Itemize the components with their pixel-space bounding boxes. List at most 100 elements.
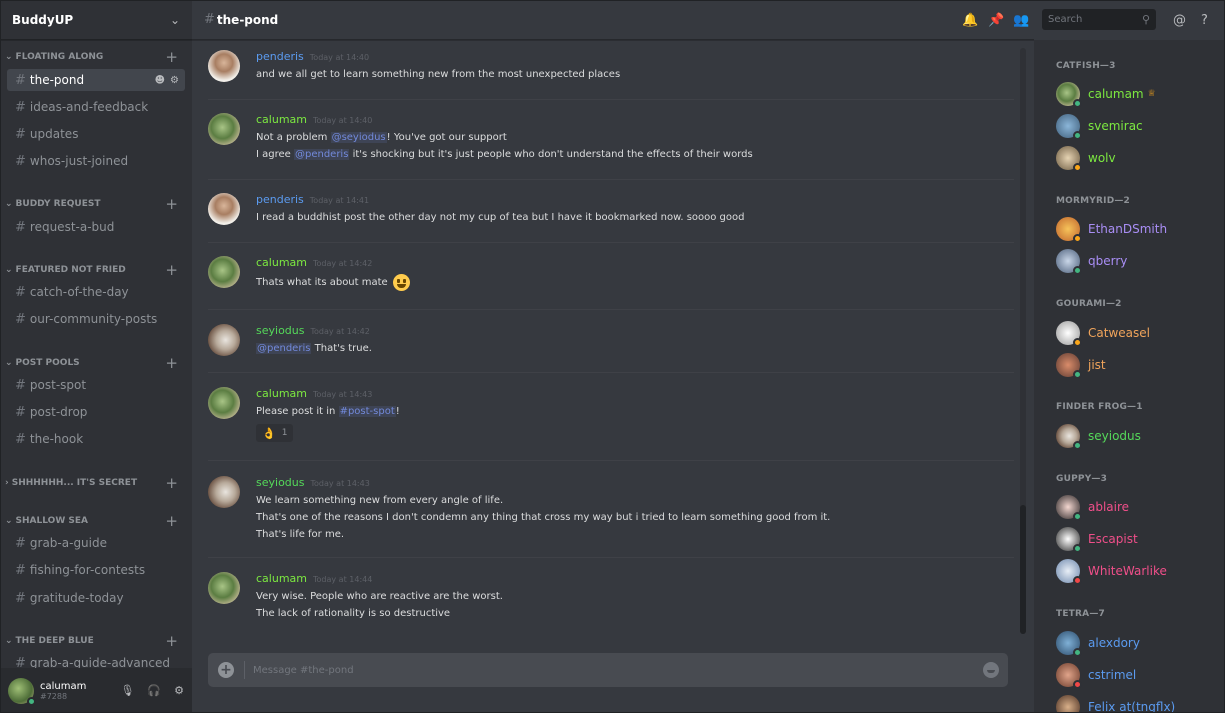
avatar [1056,631,1082,657]
hash-icon: # [15,562,26,578]
composer-divider [244,661,245,679]
chevron-right-icon: › [5,478,9,488]
category-label: BUDDY REQUEST [15,199,101,209]
category-buddy-request[interactable]: ⌄ BUDDY REQUEST + [0,195,192,213]
member-item[interactable]: svemirac [1056,112,1143,140]
message: seyiodus Today at 14:42 @penderis That's … [208,324,1014,357]
channel-the-hook[interactable]: # the-hook [7,428,185,450]
search-input[interactable] [1048,14,1142,25]
message-text: Thats what its about mate [256,272,1014,294]
add-channel-icon[interactable]: + [165,354,178,372]
channel-mention[interactable]: #post-spot [338,406,396,417]
avatar[interactable] [208,113,240,145]
channel-post-spot[interactable]: # post-spot [7,374,185,396]
search-box[interactable]: ⚲ [1042,9,1156,30]
scrollbar-thumb[interactable] [1020,505,1026,634]
avatar[interactable] [8,677,36,706]
mention-icon[interactable]: @ [1167,13,1192,28]
gear-icon[interactable]: ⚙ [174,684,184,697]
add-channel-icon[interactable]: + [165,632,178,650]
channel-request-a-bud[interactable]: # request-a-bud [7,216,185,238]
member-item[interactable]: cstrimel [1056,661,1136,689]
channel-updates[interactable]: # updates [7,123,185,145]
channel-grab-a-guide[interactable]: # grab-a-guide [7,532,185,554]
channel-post-drop[interactable]: # post-drop [7,401,185,423]
gear-icon[interactable]: ⚙ [170,75,179,86]
reaction-button[interactable]: 👌 1 [256,424,294,442]
emoji-picker-icon[interactable] [983,662,999,678]
message-author[interactable]: penderis [256,50,304,63]
server-header[interactable]: BuddyUP ⌄ [0,0,192,40]
help-icon[interactable]: ? [1192,13,1217,28]
add-channel-icon[interactable]: + [165,48,178,66]
add-channel-icon[interactable]: + [165,261,178,279]
member-name: Felix at(tngflx) [1088,700,1176,713]
member-item[interactable]: EthanDSmith [1056,215,1167,243]
microphone-icon[interactable]: 🎙 [120,684,134,697]
message-author[interactable]: calumam [256,387,307,400]
message-divider [208,557,1014,558]
category-shallow-sea[interactable]: ⌄ SHALLOW SEA + [0,512,192,530]
channel-fishing-for-contests[interactable]: # fishing-for-contests [7,559,185,581]
message-author[interactable]: seyiodus [256,476,304,489]
member-item[interactable]: ablaire [1056,493,1129,521]
invite-icon[interactable]: ☻ [155,75,165,86]
message-author[interactable]: calumam [256,572,307,585]
message-divider [208,460,1014,461]
chevron-down-icon[interactable]: ⌄ [170,13,180,27]
member-item[interactable]: WhiteWarlike [1056,557,1167,585]
pin-icon[interactable]: 📌 [984,13,1009,28]
avatar[interactable] [208,476,240,508]
member-item[interactable]: jist [1056,351,1106,379]
category-post-pools[interactable]: ⌄ POST POOLS + [0,354,192,372]
member-item[interactable]: calumam ♕ [1056,80,1156,108]
message-author[interactable]: penderis [256,193,304,206]
member-item[interactable]: alexdory [1056,629,1140,657]
chevron-icon: ⌄ [5,265,13,275]
channel-our-community-posts[interactable]: # our-community-posts [7,308,185,330]
member-item[interactable]: wolv [1056,144,1116,172]
member-name: jist [1088,358,1106,372]
bell-icon[interactable]: 🔔 [958,13,983,28]
avatar[interactable] [208,387,240,419]
channel-catch-of-the-day[interactable]: # catch-of-the-day [7,281,185,303]
text-segment: ! You've got our support [386,132,507,143]
member-name: ablaire [1088,500,1130,514]
headphones-icon[interactable]: 🎧 [147,684,161,697]
member-list-icon[interactable]: 👥 [1009,13,1034,28]
category-featured-not-fried[interactable]: ⌄ FEATURED NOT FRIED + [0,261,192,279]
message-author[interactable]: calumam [256,113,307,126]
member-item[interactable]: qberry [1056,247,1127,275]
message-author[interactable]: seyiodus [256,324,304,337]
add-channel-icon[interactable]: + [165,474,178,492]
channel-the-pond[interactable]: # the-pond ☻ ⚙ [7,69,185,91]
member-item[interactable]: Catweasel [1056,319,1150,347]
avatar[interactable] [208,256,240,288]
avatar[interactable] [208,193,240,225]
plus-icon: + [218,662,234,678]
member-item[interactable]: seyiodus [1056,422,1141,450]
upload-button[interactable]: + [212,662,240,678]
add-channel-icon[interactable]: + [165,512,178,530]
channel-grab-a-guide-advanced[interactable]: # grab-a-guide-advanced [7,652,185,669]
avatar[interactable] [208,324,240,356]
channel-gratitude-today[interactable]: # gratitude-today [7,587,185,609]
channel-whos-just-joined[interactable]: # whos-just-joined [7,150,185,172]
user-mention[interactable]: @seyiodus [330,132,387,143]
channel-label: updates [29,127,79,141]
user-mention[interactable]: @penderis [293,149,350,160]
channel-ideas-and-feedback[interactable]: # ideas-and-feedback [7,96,185,118]
add-channel-icon[interactable]: + [165,195,178,213]
category-floating-along[interactable]: ⌄ FLOATING ALONG + [0,48,192,66]
category-secret[interactable]: › SHHHHHH... IT'S SECRET + [0,474,192,492]
message-author[interactable]: calumam [256,256,307,269]
hash-icon: # [15,219,26,235]
category-the-deep-blue[interactable]: ⌄ THE DEEP BLUE + [0,632,192,650]
member-item[interactable]: Felix at(tngflx) [1056,693,1175,713]
avatar[interactable] [208,50,240,82]
avatar[interactable] [208,572,240,604]
member-item[interactable]: Escapist [1056,525,1138,553]
message-input[interactable] [253,664,983,676]
reaction-count: 1 [281,428,288,438]
user-mention[interactable]: @penderis [256,343,312,354]
